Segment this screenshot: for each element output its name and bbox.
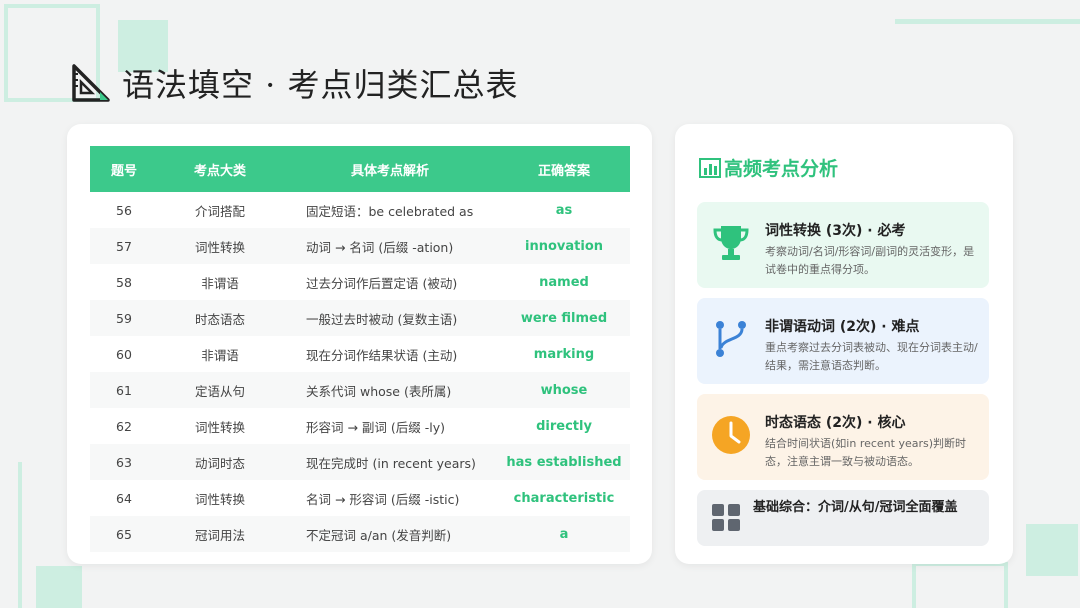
cell-detail: 名词 → 形容词 (后缀 -istic): [306, 491, 460, 507]
analysis-item-title: 词性转换 (3次) · 必考: [765, 223, 906, 239]
cell-number: 63: [116, 454, 132, 470]
analysis-footer-title: 基础综合：介词/从句/冠词全面覆盖: [753, 500, 958, 515]
cell-answer: innovation: [525, 238, 603, 254]
cell-number: 64: [116, 490, 132, 506]
cell-category: 时态语态: [194, 311, 245, 327]
cell-number: 59: [116, 310, 132, 326]
cell-category: 定语从句: [194, 383, 245, 399]
decor-line-top-right: [895, 19, 1080, 24]
cell-number: 60: [116, 346, 132, 362]
analysis-title: 高频考点分析: [724, 158, 839, 180]
table-header-row: 题号 考点大类 具体考点解析 正确答案: [90, 146, 630, 192]
table-row: 58 非谓语 过去分词作后置定语 (被动) named: [90, 264, 630, 300]
decor-block-bottom-right: [1026, 524, 1078, 576]
analysis-header: 高频考点分析: [699, 154, 838, 181]
cell-answer: marking: [533, 346, 595, 362]
cell-detail: 固定短语：be celebrated as: [306, 203, 474, 219]
cell-category: 词性转换: [194, 239, 245, 255]
analysis-item-tense-voice: 时态语态 (2次) · 核心 结合时间状语(如in recent years)判…: [697, 394, 989, 480]
table-row: 60 非谓语 现在分词作结果状语 (主动) marking: [90, 336, 630, 372]
cell-answer: whose: [540, 382, 588, 398]
cell-answer: has established: [506, 454, 622, 470]
summary-table: 题号 考点大类 具体考点解析 正确答案 56 介词搭配 固定短语：be cele…: [90, 146, 630, 552]
cell-number: 58: [116, 274, 132, 290]
cell-detail: 不定冠词 a/an (发音判断): [306, 527, 452, 543]
page-title: 语法填空 · 考点归类汇总表: [122, 66, 519, 104]
cell-answer: a: [559, 526, 569, 542]
decor-frame-bottom-right: [912, 562, 1008, 608]
header-number: 题号: [110, 163, 137, 179]
table-row: 64 词性转换 名词 → 形容词 (后缀 -istic) characteris…: [90, 480, 630, 516]
header-answer: 正确答案: [537, 163, 590, 179]
grid-icon: [712, 504, 740, 531]
analysis-item-word-form: 词性转换 (3次) · 必考 考察动词/名词/形容词/副词的灵活变形，是试卷中的…: [697, 202, 989, 288]
table-row: 57 词性转换 动词 → 名词 (后缀 -ation) innovation: [90, 228, 630, 264]
table-row: 59 时态语态 一般过去时被动 (复数主语) were filmed: [90, 300, 630, 336]
cell-category: 介词搭配: [194, 203, 245, 219]
cell-number: 57: [116, 238, 132, 254]
decor-line-bottom-left: [18, 462, 22, 608]
cell-category: 动词时态: [194, 455, 245, 471]
cell-detail: 过去分词作后置定语 (被动): [306, 275, 458, 291]
table-row: 62 词性转换 形容词 → 副词 (后缀 -ly) directly: [90, 408, 630, 444]
bar-chart-icon: [699, 157, 721, 178]
cell-answer: were filmed: [520, 310, 608, 326]
analysis-item-title: 非谓语动词 (2次) · 难点: [765, 319, 920, 335]
cell-answer: as: [555, 202, 573, 218]
cell-category: 非谓语: [201, 275, 239, 291]
table-row: 56 介词搭配 固定短语：be celebrated as as: [90, 192, 630, 228]
table-row: 61 定语从句 关系代词 whose (表所属) whose: [90, 372, 630, 408]
cell-number: 56: [116, 202, 132, 218]
cell-detail: 现在完成时 (in recent years): [306, 455, 476, 471]
cell-detail: 现在分词作结果状语 (主动): [306, 347, 458, 363]
header-category: 考点大类: [193, 163, 246, 179]
analysis-item-title: 时态语态 (2次) · 核心: [765, 415, 906, 431]
cell-answer: directly: [536, 418, 592, 434]
ruler-triangle-icon: [72, 64, 110, 102]
table-row: 63 动词时态 现在完成时 (in recent years) has esta…: [90, 444, 630, 480]
cell-category: 非谓语: [201, 347, 239, 363]
decor-block-bottom-left: [36, 566, 82, 608]
cell-detail: 一般过去时被动 (复数主语): [306, 311, 458, 327]
page-header: 语法填空 · 考点归类汇总表: [70, 58, 519, 108]
cell-detail: 关系代词 whose (表所属): [306, 383, 452, 399]
summary-table-card: 题号 考点大类 具体考点解析 正确答案 56 介词搭配 固定短语：be cele…: [67, 124, 652, 564]
analysis-item-desc: 结合时间状语(如in recent years)判断时态，注意主谓一致与被动语态…: [765, 437, 967, 468]
analysis-item-basics: 基础综合：介词/从句/冠词全面覆盖: [697, 490, 989, 546]
trophy-icon: [713, 226, 749, 260]
cell-category: 词性转换: [194, 419, 245, 435]
cell-number: 65: [116, 526, 132, 542]
cell-answer: characteristic: [513, 490, 615, 506]
analysis-card: 高频考点分析 词性转换 (3次) · 必考 考察动词/名词/形容词/副词的灵活变…: [675, 124, 1013, 564]
cell-number: 61: [116, 382, 132, 398]
cell-number: 62: [116, 418, 132, 434]
analysis-item-desc: 重点考察过去分词表被动、现在分词表主动/结果，需注意语态判断。: [765, 341, 978, 372]
header-detail: 具体考点解析: [350, 163, 429, 179]
cell-category: 词性转换: [194, 491, 245, 507]
analysis-item-desc: 考察动词/名词/形容词/副词的灵活变形，是试卷中的重点得分项。: [765, 245, 975, 276]
clock-icon: [712, 416, 750, 454]
analysis-item-nonfinite: 非谓语动词 (2次) · 难点 重点考察过去分词表被动、现在分词表主动/结果，需…: [697, 298, 989, 384]
cell-detail: 动词 → 名词 (后缀 -ation): [306, 239, 454, 255]
cell-detail: 形容词 → 副词 (后缀 -ly): [306, 419, 446, 435]
branch-icon: [716, 321, 746, 357]
cell-answer: named: [539, 274, 589, 290]
table-row: 65 冠词用法 不定冠词 a/an (发音判断) a: [90, 516, 630, 552]
cell-category: 冠词用法: [194, 527, 245, 543]
